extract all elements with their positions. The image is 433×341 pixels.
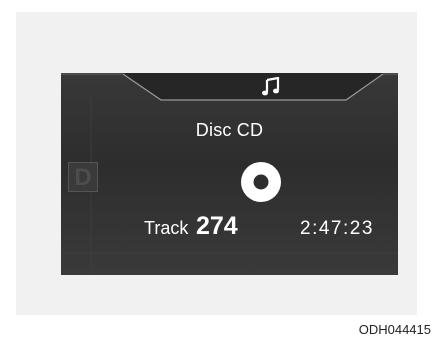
music-note-icon bbox=[262, 77, 280, 96]
mode-badge: D bbox=[68, 162, 98, 192]
track-label: Track bbox=[144, 218, 189, 238]
source-title: Disc CD bbox=[195, 120, 264, 140]
cd-icon bbox=[241, 162, 281, 202]
audio-display-screen: Disc CD D Track 274 2:47:23 bbox=[61, 73, 398, 275]
display-top-bezel bbox=[61, 73, 398, 275]
play-time: 2:47:23 bbox=[300, 218, 374, 239]
figure-code: ODH044415 bbox=[358, 322, 431, 337]
track-number: 274 bbox=[196, 212, 238, 240]
